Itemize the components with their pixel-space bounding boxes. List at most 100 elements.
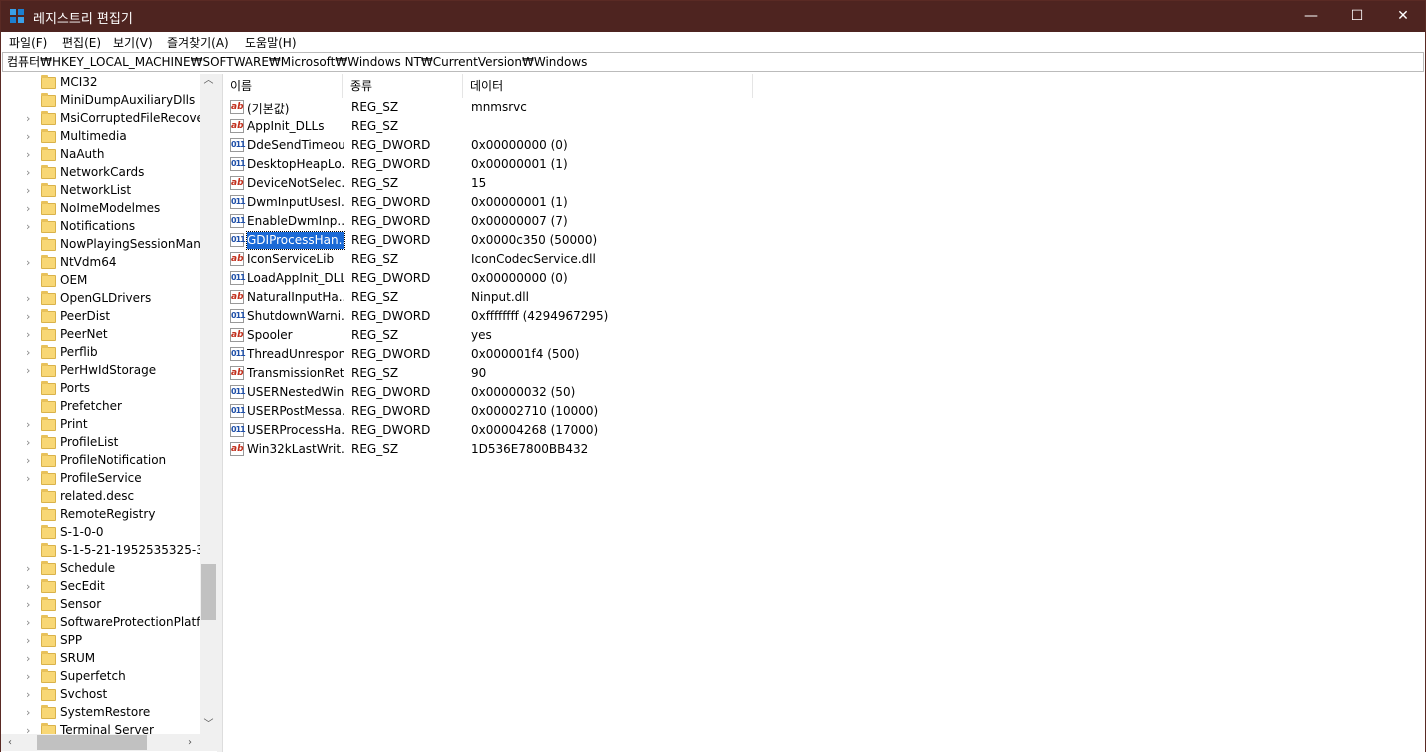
tree-horizontal-scroll-thumb[interactable] [37,735,147,750]
expand-chevron-icon[interactable]: › [26,707,36,719]
tree-item[interactable]: › NtVdm64 [1,254,201,272]
value-row[interactable]: 011 DwmInputUsesI... REG_DWORD 0x00000001 (… [223,193,1223,212]
expand-chevron-icon[interactable]: › [26,617,36,629]
tree-item[interactable]: › Multimedia [1,128,201,146]
tree-item[interactable]: › Notifications [1,218,201,236]
close-button[interactable]: ✕ [1380,1,1426,32]
tree-item[interactable]: › OpenGLDrivers [1,290,201,308]
expand-chevron-icon[interactable]: › [26,185,36,197]
column-header-name[interactable]: 이름 [223,74,343,98]
tree-item[interactable]: related.desc [1,488,201,506]
tree-vertical-scrollbar[interactable]: ︿ ﹀ [200,74,217,734]
value-row[interactable]: ab Spooler REG_SZ yes [223,326,1223,345]
values-list-pane[interactable]: 이름 종류 데이터 ab (기본값) REG_SZ mnmsrvc ab AppInit_… [222,74,1425,752]
value-row[interactable]: ab (기본값) REG_SZ mnmsrvc [223,98,1223,117]
value-row[interactable]: 011 USERProcessHa... REG_DWORD 0x00004268 (… [223,421,1223,440]
tree-item[interactable]: › NetworkList [1,182,201,200]
expand-chevron-icon[interactable]: › [26,419,36,431]
expand-chevron-icon[interactable]: › [26,311,36,323]
tree-item[interactable]: › Schedule [1,560,201,578]
scroll-up-arrow-icon[interactable]: ︿ [200,74,217,88]
menu-favorites[interactable]: 즐겨찾기(A) [167,34,229,51]
tree-item[interactable]: Ports [1,380,201,398]
expand-chevron-icon[interactable]: › [26,581,36,593]
tree-item[interactable]: › SPP [1,632,201,650]
tree-item[interactable]: › PerHwIdStorage [1,362,201,380]
tree-item[interactable]: › Svchost [1,686,201,704]
tree-item[interactable]: S-1-5-21-1952535325-34 [1,542,201,560]
tree-item[interactable]: MiniDumpAuxiliaryDlls [1,92,201,110]
value-row[interactable]: 011 ShutdownWarni... REG_DWORD 0xffffffff (… [223,307,1223,326]
tree-item[interactable]: › PeerNet [1,326,201,344]
value-row[interactable]: 011 DdeSendTimeout REG_DWORD 0x00000000 (0) [223,136,1223,155]
expand-chevron-icon[interactable]: › [26,149,36,161]
tree-item[interactable]: › ProfileNotification [1,452,201,470]
maximize-button[interactable]: ☐ [1334,1,1380,32]
expand-chevron-icon[interactable]: › [26,347,36,359]
value-row[interactable]: ab IconServiceLib REG_SZ IconCodecService.d… [223,250,1223,269]
expand-chevron-icon[interactable]: › [26,689,36,701]
tree-item[interactable]: › PeerDist [1,308,201,326]
value-row[interactable]: 011 EnableDwmInp... REG_DWORD 0x00000007 (7… [223,212,1223,231]
expand-chevron-icon[interactable]: › [26,653,36,665]
expand-chevron-icon[interactable]: › [26,203,36,215]
tree-item[interactable]: › Sensor [1,596,201,614]
tree-item[interactable]: › ProfileList [1,434,201,452]
title-bar[interactable]: 레지스트리 편집기 — ☐ ✕ [1,1,1425,32]
tree-item[interactable]: › NoImeModelmes [1,200,201,218]
column-header-type[interactable]: 종류 [343,74,463,98]
expand-chevron-icon[interactable]: › [26,437,36,449]
menu-help[interactable]: 도움말(H) [245,34,297,51]
tree-item[interactable]: › Superfetch [1,668,201,686]
tree-item[interactable]: NowPlayingSessionManag [1,236,201,254]
tree-item[interactable]: Prefetcher [1,398,201,416]
expand-chevron-icon[interactable]: › [26,455,36,467]
tree-item[interactable]: MCI32 [1,74,201,92]
value-row[interactable]: 011USERNestedWin... REG_DWORD 0x00000032 (… [223,383,1223,402]
value-row[interactable]: 011 USERPostMessa... REG_DWORD 0x00002710 (… [223,402,1223,421]
expand-chevron-icon[interactable]: › [26,329,36,341]
tree-item[interactable]: OEM [1,272,201,290]
expand-chevron-icon[interactable]: › [26,113,36,125]
value-row[interactable]: ab AppInit_DLLs REG_SZ [223,117,1223,136]
menu-edit[interactable]: 편집(E) [62,34,101,51]
menu-view[interactable]: 보기(V) [113,34,153,51]
value-row[interactable]: ab Win32kLastWrit... REG_SZ 1D536E7800BB432 [223,440,1223,459]
value-row[interactable]: 011 LoadAppInit_DLLs REG_DWORD 0x00000000 (… [223,269,1223,288]
expand-chevron-icon[interactable]: › [26,563,36,575]
expand-chevron-icon[interactable]: › [26,599,36,611]
tree-item[interactable]: › SystemRestore [1,704,201,722]
value-row[interactable]: 011 DesktopHeapLo... REG_DWORD 0x00000001 (… [223,155,1223,174]
expand-chevron-icon[interactable]: › [26,221,36,233]
expand-chevron-icon[interactable]: › [26,131,36,143]
minimize-button[interactable]: — [1288,1,1334,32]
expand-chevron-icon[interactable]: › [26,473,36,485]
tree-item[interactable]: › Print [1,416,201,434]
tree-item[interactable]: RemoteRegistry [1,506,201,524]
column-header-data[interactable]: 데이터 [463,74,753,98]
address-bar[interactable]: 컴퓨터₩HKEY_LOCAL_MACHINE₩SOFTWARE₩Microsof… [2,52,1424,72]
tree-horizontal-scrollbar[interactable]: ‹ › [1,734,217,751]
value-row[interactable]: 011 GDIProcessHan... REG_DWORD 0x0000c350 (… [223,231,1223,250]
expand-chevron-icon[interactable]: › [26,257,36,269]
expand-chevron-icon[interactable]: › [26,293,36,305]
tree-item[interactable]: S-1-0-0 [1,524,201,542]
value-row[interactable]: 011ThreadUnrespon... REG_DWORD 0x000001f4 … [223,345,1223,364]
expand-chevron-icon[interactable]: › [26,635,36,647]
value-row[interactable]: ab DeviceNotSelec... REG_SZ 15 [223,174,1223,193]
scroll-down-arrow-icon[interactable]: ﹀ [200,718,217,732]
tree-item[interactable]: › SoftwareProtectionPlatfor [1,614,201,632]
tree-item[interactable]: › NetworkCards [1,164,201,182]
tree-item[interactable]: › Perflib [1,344,201,362]
expand-chevron-icon[interactable]: › [26,671,36,683]
scroll-right-arrow-icon[interactable]: › [183,735,197,750]
menu-file[interactable]: 파일(F) [9,34,47,51]
tree-item[interactable]: › NaAuth [1,146,201,164]
scroll-left-arrow-icon[interactable]: ‹ [3,735,17,750]
key-tree-pane[interactable]: MCI32 MiniDumpAuxiliaryDlls › MsiCorruptedF… [1,74,217,752]
tree-item[interactable]: › SecEdit [1,578,201,596]
tree-vertical-scroll-thumb[interactable] [201,564,216,620]
tree-item[interactable]: › MsiCorruptedFileRecovery [1,110,201,128]
expand-chevron-icon[interactable]: › [26,167,36,179]
expand-chevron-icon[interactable]: › [26,365,36,377]
